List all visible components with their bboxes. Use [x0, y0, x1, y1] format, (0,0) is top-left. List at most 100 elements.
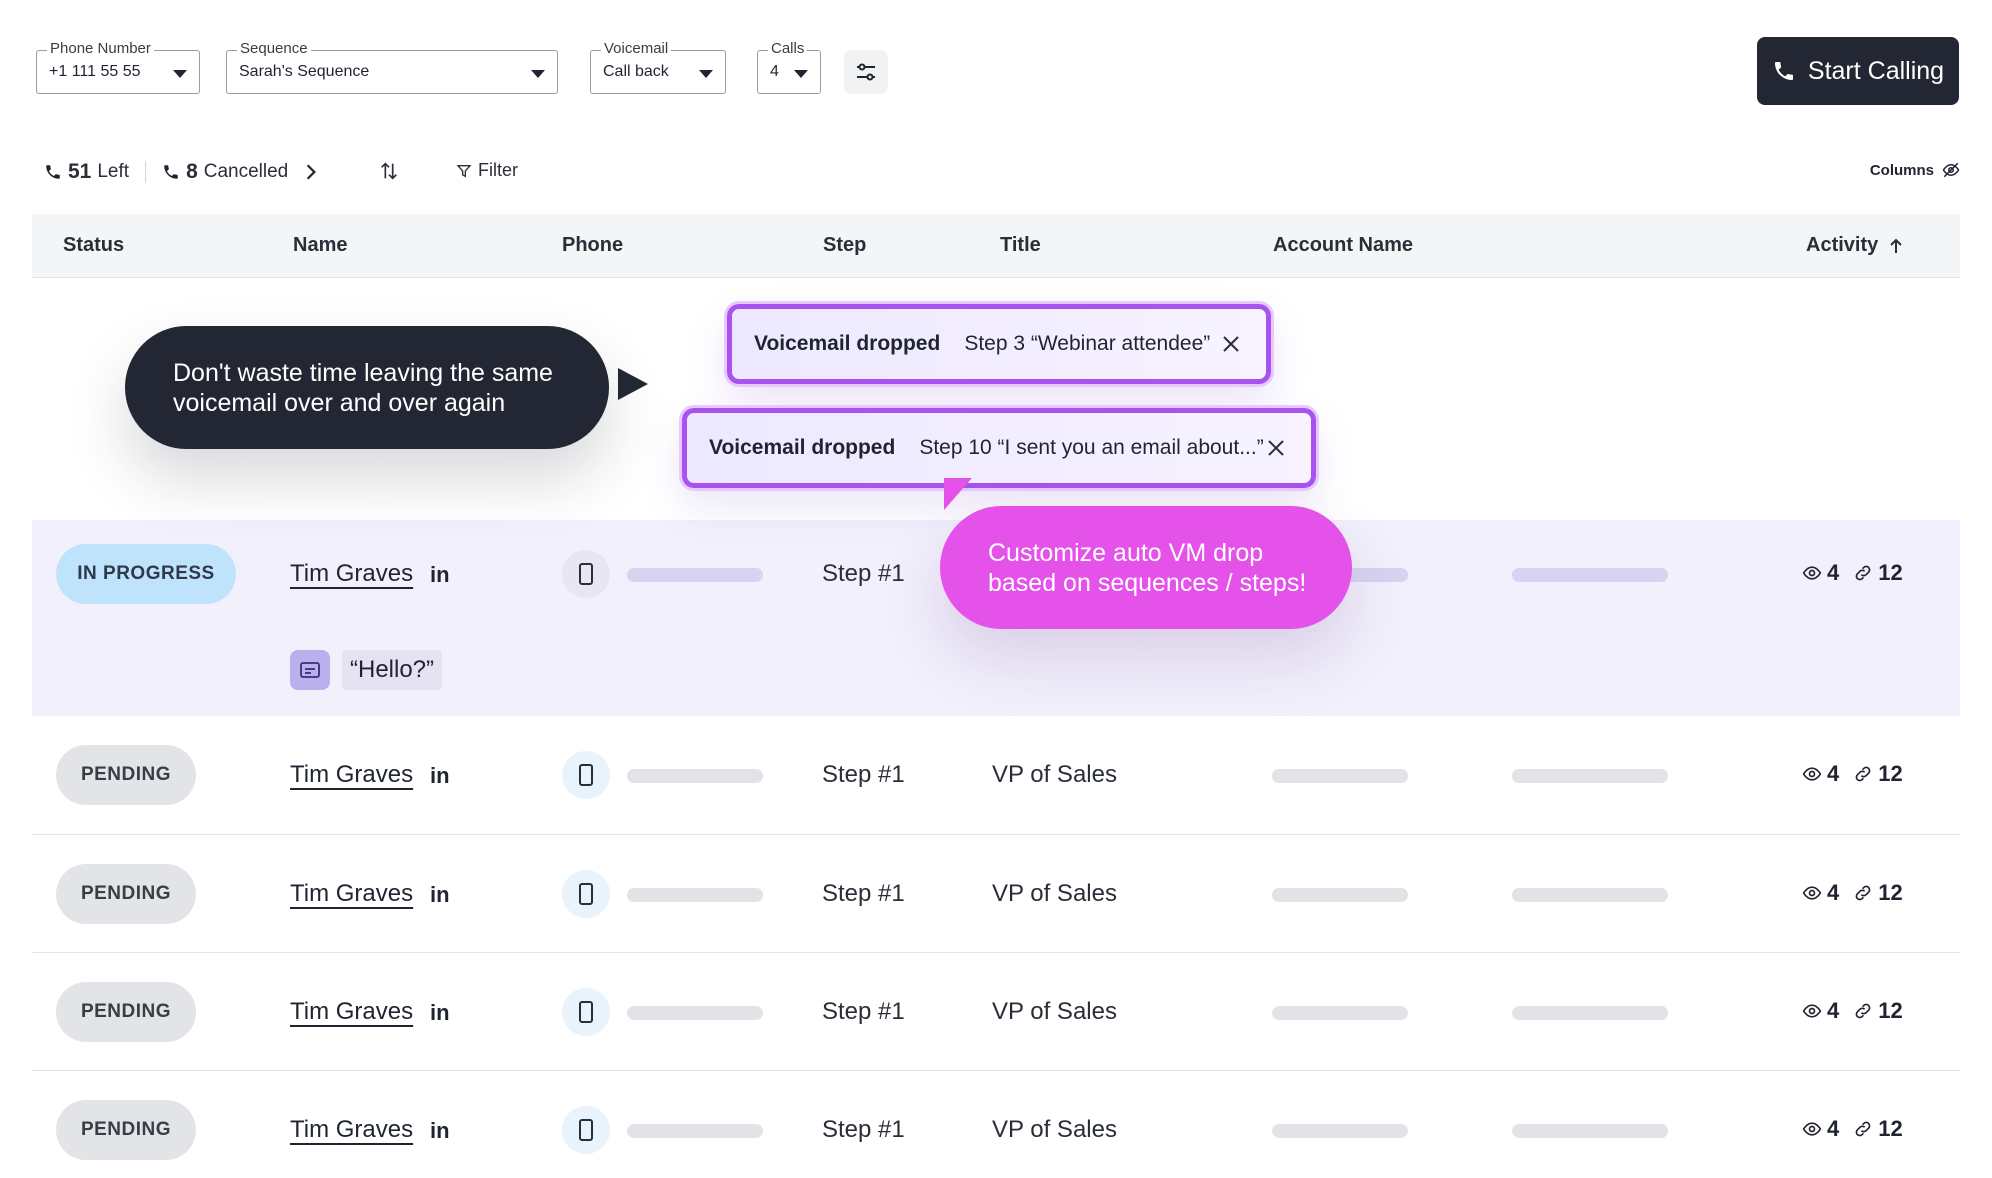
voicemail-select[interactable]: Voicemail Call back	[590, 40, 726, 94]
toast-title: Voicemail dropped	[709, 436, 896, 459]
link-icon	[1855, 885, 1871, 901]
title-cell: VP of Sales	[992, 880, 1117, 907]
linkedin-icon[interactable]: in	[430, 763, 450, 789]
calls-value: 4	[770, 63, 779, 80]
status-badge: PENDING	[56, 864, 196, 924]
header-activity-label: Activity	[1806, 234, 1879, 256]
phone-number-select[interactable]: Phone Number +1 111 55 55	[36, 40, 200, 94]
phone-icon	[46, 165, 60, 179]
chevron-down-icon	[173, 70, 187, 78]
header-title[interactable]: Title	[1000, 234, 1041, 257]
step-cell: Step #1	[822, 560, 905, 587]
mobile-phone-icon[interactable]	[562, 988, 610, 1036]
views-stat: 4	[1802, 560, 1839, 586]
mobile-phone-icon[interactable]	[562, 550, 610, 598]
extra-field-placeholder	[1512, 1006, 1668, 1020]
status-badge: PENDING	[56, 1100, 196, 1160]
table-row[interactable]: PENDING Tim Graves in Step #1 VP of Sale…	[32, 835, 1960, 953]
header-step[interactable]: Step	[823, 234, 866, 257]
views-count: 4	[1827, 560, 1840, 585]
phone-number-placeholder	[627, 888, 763, 902]
arrow-up-icon	[1890, 238, 1902, 253]
phone-number-value: +1 111 55 55	[49, 63, 141, 80]
views-stat: 4	[1802, 998, 1839, 1024]
title-cell: VP of Sales	[992, 1116, 1117, 1143]
views-stat: 4	[1802, 880, 1839, 906]
header-name[interactable]: Name	[293, 234, 347, 257]
contact-name-link[interactable]: Tim Graves	[290, 998, 413, 1026]
tip-callout-dark: Don't waste time leaving the same voicem…	[125, 326, 609, 449]
views-count: 4	[1827, 1116, 1840, 1141]
activity-stats: 4 12	[1802, 761, 1903, 787]
table-row[interactable]: PENDING Tim Graves in Step #1 VP of Sale…	[32, 1071, 1960, 1178]
links-count: 12	[1878, 998, 1903, 1023]
tip-callout-pink: Customize auto VM drop based on sequence…	[940, 506, 1352, 629]
callout-pointer	[944, 478, 972, 510]
status-badge: PENDING	[56, 745, 196, 805]
linkedin-icon[interactable]: in	[430, 1118, 450, 1144]
close-icon[interactable]	[1222, 335, 1240, 353]
step-cell: Step #1	[822, 761, 905, 788]
eye-off-icon	[1942, 162, 1960, 178]
contact-name-link[interactable]: Tim Graves	[290, 1116, 413, 1144]
voicemail-toast-1: Voicemail dropped Step 3 “Webinar attend…	[727, 304, 1271, 384]
links-stat: 12	[1853, 761, 1903, 787]
sort-icon[interactable]	[378, 160, 400, 182]
status-badge: IN PROGRESS	[56, 544, 236, 604]
filter-button[interactable]: Filter	[456, 160, 518, 181]
links-stat: 12	[1853, 880, 1903, 906]
linkedin-icon[interactable]: in	[430, 1000, 450, 1026]
transcript-icon[interactable]	[290, 650, 330, 690]
filter-icon	[456, 164, 472, 177]
links-stat: 12	[1853, 560, 1903, 586]
extra-field-placeholder	[1512, 568, 1668, 582]
extra-field-placeholder	[1512, 1124, 1668, 1138]
linkedin-icon[interactable]: in	[430, 882, 450, 908]
header-status[interactable]: Status	[63, 234, 124, 257]
filter-label: Filter	[478, 160, 518, 180]
step-cell: Step #1	[822, 1116, 905, 1143]
columns-button[interactable]: Columns	[1870, 161, 1960, 179]
phone-number-placeholder	[627, 568, 763, 582]
table-header: Status Name Phone Step Title Account Nam…	[32, 214, 1960, 278]
account-name-placeholder	[1272, 769, 1408, 783]
contact-name-link[interactable]: Tim Graves	[290, 761, 413, 789]
linkedin-icon[interactable]: in	[430, 562, 450, 588]
sliders-icon	[857, 63, 875, 81]
extra-field-placeholder	[1512, 888, 1668, 902]
chevron-down-icon	[531, 70, 545, 78]
left-counter[interactable]: 51 Left	[44, 160, 129, 184]
cancelled-counter[interactable]: 8 Cancelled	[162, 160, 320, 184]
mobile-phone-icon[interactable]	[562, 1106, 610, 1154]
contact-name-link[interactable]: Tim Graves	[290, 880, 413, 908]
mobile-phone-icon[interactable]	[562, 751, 610, 799]
mobile-phone-icon[interactable]	[562, 870, 610, 918]
close-icon[interactable]	[1267, 439, 1285, 457]
link-icon	[1855, 1121, 1871, 1137]
settings-sliders-button[interactable]	[844, 50, 888, 94]
eye-icon	[1802, 566, 1822, 580]
header-activity[interactable]: Activity	[1806, 234, 1904, 257]
step-cell: Step #1	[822, 880, 905, 907]
left-label: Left	[97, 161, 130, 182]
start-calling-button[interactable]: Start Calling	[1757, 37, 1959, 105]
account-name-placeholder	[1272, 1006, 1408, 1020]
transcript-snippet: “Hello?”	[342, 650, 443, 690]
calls-label: Calls	[768, 40, 808, 58]
callout-pointer	[618, 368, 648, 400]
links-count: 12	[1878, 1116, 1903, 1141]
contact-name-link[interactable]: Tim Graves	[290, 560, 413, 588]
links-count: 12	[1878, 761, 1903, 786]
table-row[interactable]: PENDING Tim Graves in Step #1 VP of Sale…	[32, 716, 1960, 835]
table-row[interactable]: PENDING Tim Graves in Step #1 VP of Sale…	[32, 953, 1960, 1071]
voicemail-toast-2: Voicemail dropped Step 10 “I sent you an…	[682, 408, 1316, 488]
sequence-select[interactable]: Sequence Sarah's Sequence	[226, 40, 558, 94]
link-icon	[1855, 1003, 1871, 1019]
links-stat: 12	[1853, 998, 1903, 1024]
title-cell: VP of Sales	[992, 998, 1117, 1025]
header-phone[interactable]: Phone	[562, 234, 623, 257]
toast-detail: Step 10 “I sent you an email about...”	[919, 436, 1264, 459]
calls-select[interactable]: Calls 4	[757, 40, 821, 94]
voicemail-label: Voicemail	[601, 40, 672, 58]
header-account-name[interactable]: Account Name	[1273, 234, 1413, 257]
